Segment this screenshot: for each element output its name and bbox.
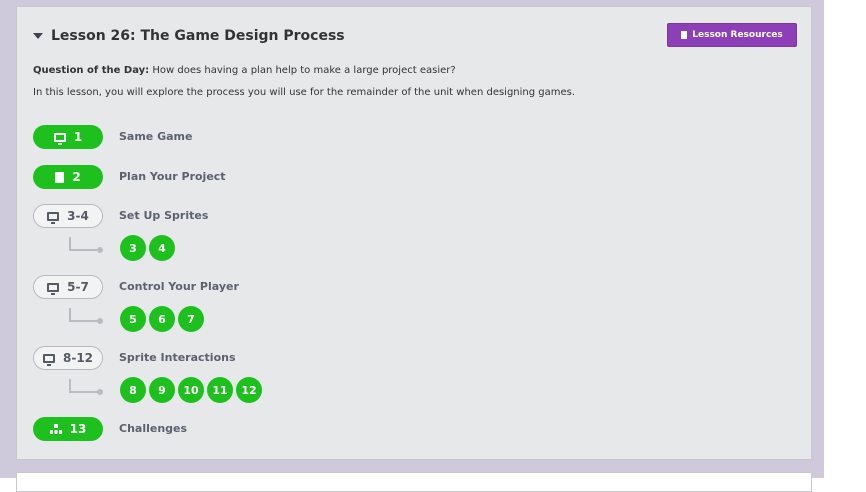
hierarchy-icon: [49, 424, 62, 434]
activity-pill-13[interactable]: 13: [33, 417, 103, 441]
document-icon: [55, 171, 65, 183]
level-bubble[interactable]: 7: [178, 306, 204, 332]
level-bubble[interactable]: 9: [149, 377, 175, 403]
activity-label[interactable]: Same Game: [119, 130, 192, 143]
activity-pill-number: 13: [69, 422, 87, 436]
activity-pill-number: 3-4: [67, 209, 89, 223]
monitor-icon: [53, 132, 66, 145]
connector-line: [69, 308, 103, 324]
question-text: How does having a plan help to make a la…: [152, 65, 456, 76]
activity-pill-5-7[interactable]: 5-7: [33, 275, 103, 299]
activity-pill-3-4[interactable]: 3-4: [33, 204, 103, 228]
activity-pill-8-12[interactable]: 8-12: [33, 346, 103, 370]
lesson-title: Lesson 26: The Game Design Process: [51, 28, 345, 44]
level-bubble[interactable]: 10: [178, 377, 204, 403]
level-bubble[interactable]: 4: [149, 235, 175, 261]
activity-label[interactable]: Control Your Player: [119, 280, 239, 293]
level-bubbles: 3 4: [120, 235, 175, 261]
monitor-icon: [42, 353, 55, 366]
lesson-resources-button[interactable]: Lesson Resources: [667, 23, 797, 47]
activity-pill-number: 5-7: [67, 280, 89, 294]
activity-label[interactable]: Plan Your Project: [119, 170, 226, 183]
level-bubble[interactable]: 6: [149, 306, 175, 332]
monitor-icon: [47, 282, 60, 295]
activity-label[interactable]: Set Up Sprites: [119, 209, 208, 222]
document-icon: [681, 31, 688, 39]
level-bubble[interactable]: 8: [120, 377, 146, 403]
activity-pill-number: 8-12: [62, 351, 94, 365]
activity-pill-number: 1: [73, 130, 83, 144]
lesson-card: Lesson 26: The Game Design Process Lesso…: [16, 6, 812, 460]
activity-pill-2[interactable]: 2: [33, 165, 103, 189]
question-label: Question of the Day:: [33, 65, 150, 76]
activity-pill-1[interactable]: 1: [33, 125, 103, 149]
activity-label[interactable]: Sprite Interactions: [119, 351, 236, 364]
next-lesson-card: [16, 472, 812, 492]
level-bubbles: 8 9 10 11 12: [120, 377, 262, 403]
level-bubble[interactable]: 3: [120, 235, 146, 261]
lesson-header[interactable]: Lesson 26: The Game Design Process: [33, 27, 345, 45]
lesson-intro: In this lesson, you will explore the pro…: [33, 87, 576, 98]
caret-down-icon[interactable]: [33, 33, 43, 39]
monitor-icon: [47, 211, 60, 224]
lesson-resources-label: Lesson Resources: [692, 30, 783, 40]
activity-label[interactable]: Challenges: [119, 422, 187, 435]
level-bubbles: 5 6 7: [120, 306, 204, 332]
connector-line: [69, 237, 103, 253]
connector-line: [69, 379, 103, 395]
level-bubble[interactable]: 12: [236, 377, 262, 403]
question-of-the-day: Question of the Day: How does having a p…: [33, 65, 456, 76]
level-bubble[interactable]: 11: [207, 377, 233, 403]
level-bubble[interactable]: 5: [120, 306, 146, 332]
activity-pill-number: 2: [72, 170, 81, 184]
